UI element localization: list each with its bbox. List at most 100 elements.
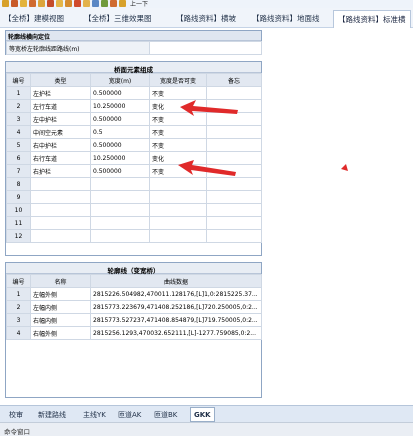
copy-icon[interactable] [56,0,63,7]
type-cell[interactable]: 右行车道 [30,151,91,165]
width-cell[interactable] [90,216,150,230]
header-cell[interactable]: 曲线数据 [90,274,262,288]
variable-cell[interactable]: 不变 [149,138,207,152]
refresh-icon[interactable] [92,0,99,7]
type-cell[interactable] [30,177,91,191]
document-tab-bar: 【全桥】建模视图 【全桥】三维效果图 【路线资料】横坡 【路线资料】地面线 【路… [0,8,413,28]
tab-route-standard-cross[interactable]: 【路线资料】标准横 [333,10,411,28]
table-row[interactable]: 1 左幅外侧 2815226.504982,470011.128176,[L]1,0… [6,287,262,301]
curve-data-cell[interactable]: 2815773.223679,471408.252186,[L]720.2500… [90,300,262,314]
tab-full-bridge-model[interactable]: 【全桥】建模视图 [4,13,64,24]
width-cell[interactable] [90,203,150,217]
type-cell[interactable]: 右中护栏 [30,138,91,152]
row-number: 9 [6,190,31,204]
table-row[interactable]: 12 [6,229,262,243]
width-cell[interactable]: 0.500000 [90,86,150,100]
width-cell[interactable]: 0.500000 [90,164,150,178]
width-cell[interactable]: 10.250000 [90,151,150,165]
width-cell[interactable]: 0.500000 [90,138,150,152]
table-row[interactable]: 9 [6,190,262,204]
width-cell[interactable]: 0.5 [90,125,150,139]
name-cell[interactable]: 左幅外侧 [30,287,91,301]
header-cell[interactable]: 宽度(m) [90,73,150,87]
tab-ramp-ak[interactable]: 匝道AK [118,410,141,420]
open-icon[interactable] [11,0,18,7]
undo-icon[interactable] [20,0,27,7]
memo-cell[interactable] [206,216,262,230]
curve-data-cell[interactable]: 2815773.527237,471408.854879,[L]719.7500… [90,313,262,327]
memo-cell[interactable] [206,125,262,139]
paste-icon[interactable] [65,0,72,7]
nav-icon[interactable] [119,0,126,7]
table-row[interactable]: 2 左幅内侧 2815773.223679,471408.252186,[L]720… [6,300,262,314]
width-cell[interactable]: 10.250000 [90,99,150,113]
type-cell[interactable]: 中间空元素 [30,125,91,139]
curve-data-cell[interactable]: 2815226.504982,470011.128176,[L]1,0:2815… [90,287,262,301]
header-cell[interactable]: 名称 [30,274,91,288]
contour-header: 编号 名称 曲线数据 [6,274,262,288]
type-cell[interactable]: 左行车道 [30,99,91,113]
memo-cell[interactable] [206,229,262,243]
header-cell[interactable]: 编号 [6,73,31,87]
print-icon[interactable] [38,0,45,7]
type-cell[interactable]: 左护栏 [30,86,91,100]
header-cell[interactable]: 宽度是否可变 [149,73,207,87]
tab-ramp-bk[interactable]: 匝道BK [154,410,177,420]
type-cell[interactable] [30,203,91,217]
name-cell[interactable]: 右幅内侧 [30,313,91,327]
variable-cell[interactable]: 不变 [149,86,207,100]
tab-gkk[interactable]: GKK [190,407,215,422]
table-row[interactable]: 10 [6,203,262,217]
name-cell[interactable]: 右幅外侧 [30,326,91,340]
tab-new-route[interactable]: 新建路线 [38,410,66,420]
preview-pane [262,28,413,405]
header-cell[interactable]: 编号 [6,274,31,288]
width-cell[interactable] [90,229,150,243]
table-row[interactable]: 5 右中护栏 0.500000 不变 [6,138,262,152]
memo-cell[interactable] [206,190,262,204]
variable-cell[interactable] [149,203,207,217]
table-row[interactable]: 4 中间空元素 0.5 不变 [6,125,262,139]
type-cell[interactable]: 左中护栏 [30,112,91,126]
type-cell[interactable]: 右护栏 [30,164,91,178]
zoom-in-icon[interactable] [74,0,81,7]
header-cell[interactable]: 类型 [30,73,91,87]
positioning-value-cell[interactable] [149,41,262,55]
cut-icon[interactable] [47,0,54,7]
tab-route-crossfall[interactable]: 【路线资料】横坡 [176,13,236,24]
memo-cell[interactable] [206,203,262,217]
tab-full-bridge-3d[interactable]: 【全桥】三维效果图 [84,13,152,24]
tab-review[interactable]: 校审 [9,410,23,420]
memo-cell[interactable] [206,86,262,100]
redo-icon[interactable] [29,0,36,7]
table-row[interactable]: 4 右幅外侧 2815256.1293,470032.652111,[L]-1277… [6,326,262,340]
name-cell[interactable]: 左幅内侧 [30,300,91,314]
row-number: 12 [6,229,31,243]
type-cell[interactable] [30,229,91,243]
width-cell[interactable] [90,190,150,204]
width-cell[interactable] [90,177,150,191]
save-icon[interactable] [2,0,9,7]
help-icon[interactable] [110,0,117,7]
header-cell[interactable]: 备忘 [206,73,262,87]
row-number: 2 [6,300,31,314]
type-cell[interactable] [30,190,91,204]
width-cell[interactable]: 0.500000 [90,112,150,126]
settings-icon[interactable] [101,0,108,7]
command-window-label[interactable]: 命令窗口 [4,426,30,436]
table-row[interactable]: 11 [6,216,262,230]
variable-cell[interactable] [149,229,207,243]
variable-cell[interactable] [149,190,207,204]
tab-mainline-yk[interactable]: 主线YK [83,410,106,420]
type-cell[interactable] [30,216,91,230]
variable-cell[interactable]: 不变 [149,125,207,139]
zoom-out-icon[interactable] [83,0,90,7]
annotation-arrow-icon [180,100,238,116]
memo-cell[interactable] [206,138,262,152]
table-row[interactable]: 1 左护栏 0.500000 不变 [6,86,262,100]
curve-data-cell[interactable]: 2815256.1293,470032.652111,[L]-1277.7590… [90,326,262,340]
table-row[interactable]: 3 右幅内侧 2815773.527237,471408.854879,[L]719… [6,313,262,327]
toolbar-label[interactable]: 上一下 [130,0,148,8]
tab-route-ground-line[interactable]: 【路线资料】地面线 [252,13,320,24]
variable-cell[interactable] [149,216,207,230]
